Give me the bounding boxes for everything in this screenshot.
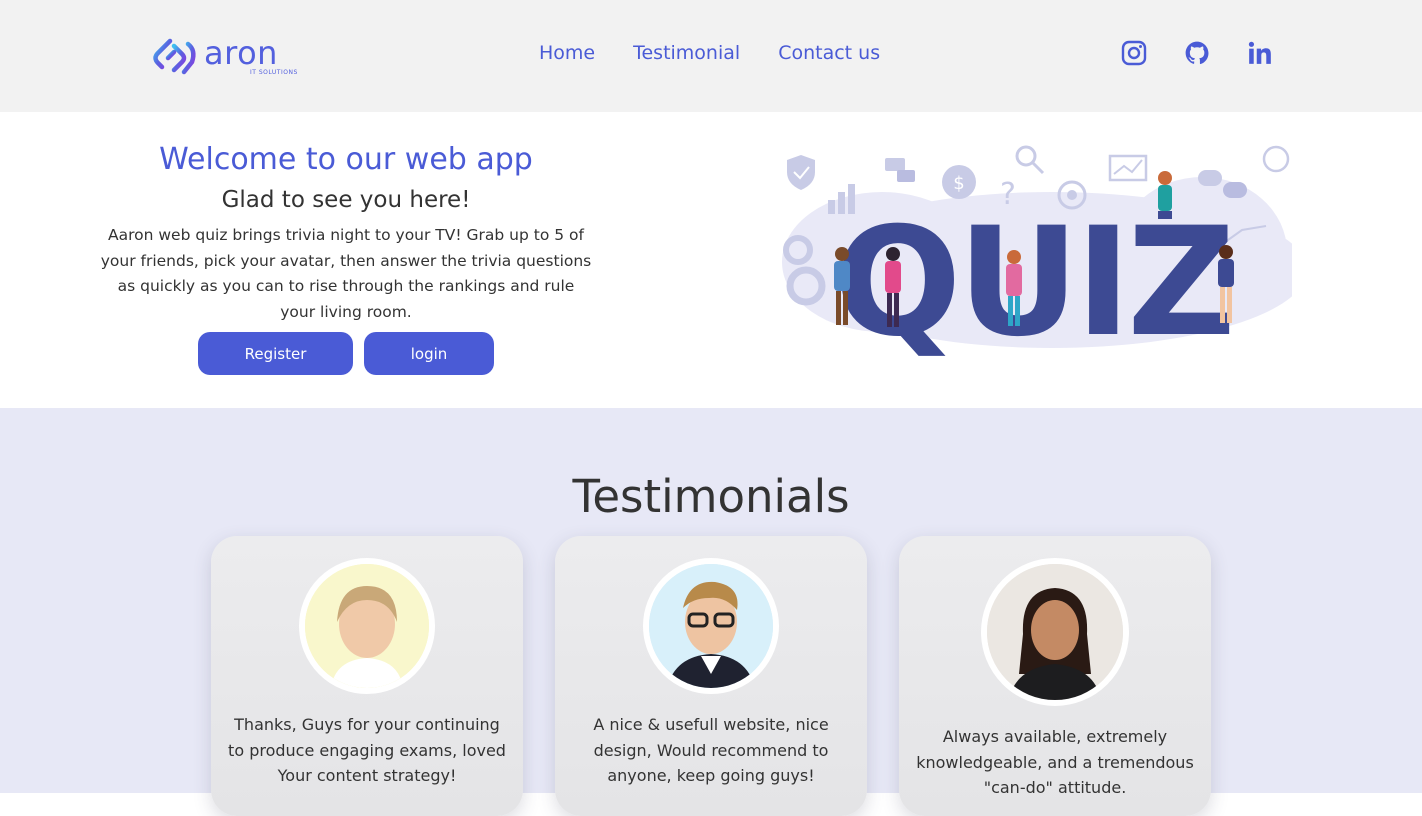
testimonials-section: Testimonials Thanks, Guys for your conti… <box>0 408 1422 816</box>
testimonial-quote: Always available, extremely knowledgeabl… <box>916 727 1194 797</box>
hero-title: Welcome to our web app <box>159 142 533 177</box>
social-links <box>1121 40 1275 68</box>
nav-home[interactable]: Home <box>539 42 595 64</box>
hero-subtitle: Glad to see you here! <box>221 187 471 213</box>
nav-testimonial[interactable]: Testimonial <box>633 42 740 64</box>
instagram-icon[interactable] <box>1121 40 1149 68</box>
hero-text: Welcome to our web app Glad to see you h… <box>100 142 592 325</box>
hero-description: Aaron web quiz brings trivia night to yo… <box>100 226 592 321</box>
brand-logo[interactable]: aron IT SOLUTIONS <box>150 34 302 78</box>
avatar <box>299 558 435 694</box>
register-button[interactable]: Register <box>198 332 353 375</box>
testimonial-quote: Thanks, Guys for your continuing to prod… <box>228 715 506 785</box>
brand-tagline: IT SOLUTIONS <box>250 69 298 76</box>
avatar <box>643 558 779 694</box>
testimonial-card: Always available, extremely knowledgeabl… <box>899 536 1211 816</box>
main-nav: Home Testimonial Contact us <box>539 42 880 64</box>
quiz-illustration: $ ? QUIZ <box>782 145 1292 362</box>
linkedin-icon[interactable] <box>1247 40 1275 68</box>
hero-actions: Register login <box>198 332 494 375</box>
hero-section: Welcome to our web app Glad to see you h… <box>0 112 1422 408</box>
brand-name: aron <box>204 34 278 72</box>
testimonial-card: A nice & usefull website, nice design, W… <box>555 536 867 816</box>
github-icon[interactable] <box>1184 40 1212 68</box>
avatar <box>981 558 1129 706</box>
login-button[interactable]: login <box>364 332 494 375</box>
logo-mark-icon <box>153 38 196 75</box>
testimonial-quote: A nice & usefull website, nice design, W… <box>593 715 829 785</box>
testimonial-card: Thanks, Guys for your continuing to prod… <box>211 536 523 816</box>
svg-text:$: $ <box>953 173 964 194</box>
nav-contact-us[interactable]: Contact us <box>778 42 880 64</box>
testimonials-title: Testimonials <box>572 470 850 523</box>
site-header: aron IT SOLUTIONS Home Testimonial Conta… <box>0 0 1422 112</box>
